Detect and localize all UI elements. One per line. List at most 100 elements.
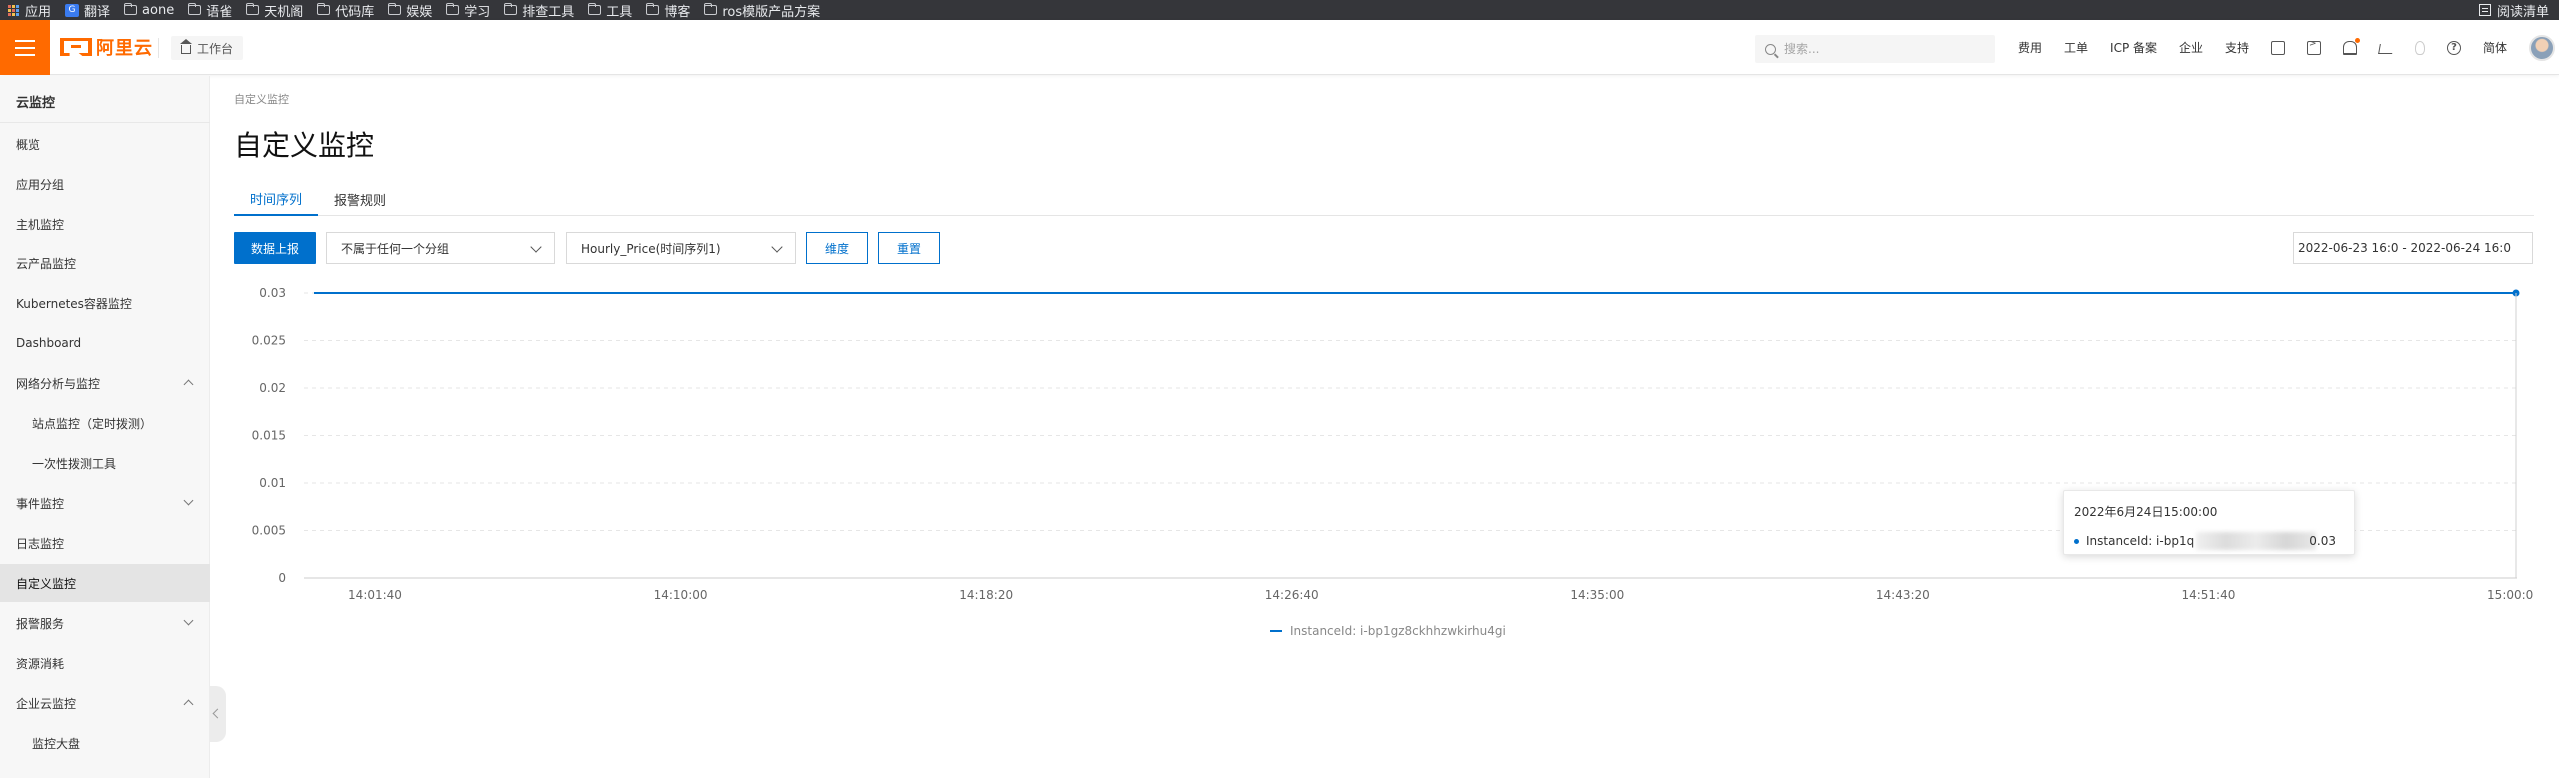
metric-select[interactable]: Hourly_Price(时间序列1): [566, 232, 796, 264]
bookmark-label: 代码库: [335, 4, 375, 20]
bookmark-folder[interactable]: 语雀: [188, 0, 232, 20]
cart-icon[interactable]: [2378, 43, 2394, 54]
chart-legend[interactable]: InstanceId: i-bp1gz8ckhhzwkirhu4gi: [1270, 624, 1506, 638]
tab-alarm-rules[interactable]: 报警规则: [318, 182, 402, 216]
terminal-icon[interactable]: [2307, 39, 2322, 55]
chart-tooltip: 2022年6月24日15:00:00 InstanceId: i-bp1q 0.…: [2063, 490, 2355, 555]
line-chart[interactable]: 0.03 0.025 0.02 0.015 0.01 0.005 0 14:01:40 14:1…: [234, 280, 2534, 610]
tooltip-title: 2022年6月24日15:00:00: [2074, 505, 2218, 519]
home-icon: [180, 39, 192, 54]
sidebar-item-log-monitor[interactable]: 日志监控: [0, 524, 210, 562]
bookmark-label: 排查工具: [522, 4, 575, 20]
date-range-picker[interactable]: 2022-06-23 16:0 - 2022-06-24 16:0: [2293, 232, 2533, 264]
chevron-down-icon: [530, 241, 542, 253]
sidebar-item-alarm-service[interactable]: 报警服务: [0, 604, 210, 642]
folder-icon: [246, 3, 260, 15]
bookmark-folder[interactable]: 天机阁: [246, 0, 303, 20]
series-dot: [2074, 538, 2079, 544]
tooltip-value: 0.03: [2309, 534, 2336, 548]
sidebar-item-label: 云产品监控: [16, 256, 77, 271]
bookmark-folder[interactable]: 博客: [646, 0, 690, 20]
group-select[interactable]: 不属于任何一个分组: [326, 232, 555, 264]
sidebar-item-host-monitor[interactable]: 主机监控: [0, 205, 210, 243]
metric-select-value: Hourly_Price(时间序列1): [581, 241, 721, 256]
apps-icon: [8, 4, 19, 16]
x-tick-label: 14:01:40: [348, 588, 402, 602]
folder-icon: [504, 3, 518, 15]
menu-button[interactable]: [0, 20, 50, 75]
sidebar-item-monitor-board[interactable]: 监控大盘: [0, 724, 210, 762]
sidebar-item-network[interactable]: 网络分析与监控: [0, 364, 210, 402]
sidebar-item-label: 概览: [16, 137, 41, 152]
reading-list-button[interactable]: 阅读清单: [2478, 0, 2549, 20]
bell-icon[interactable]: [2343, 37, 2361, 55]
sidebar-item-enterprise-monitor[interactable]: 企业云监控: [0, 684, 210, 722]
bookmark-folder[interactable]: aone: [124, 0, 174, 20]
bookmark-folder[interactable]: 学习: [446, 0, 490, 20]
nav-link-enterprise[interactable]: 企业: [2179, 39, 2203, 56]
sidebar-item-site-monitor[interactable]: 站点监控（定时拨测）: [0, 404, 210, 442]
sidebar-item-probe-tool[interactable]: 一次性拨测工具: [0, 444, 210, 482]
report-data-button[interactable]: 数据上报: [234, 232, 316, 264]
redacted-text: [2196, 532, 2317, 550]
bookmark-label: aone: [142, 2, 175, 18]
bookmark-folder[interactable]: 排查工具: [504, 0, 574, 20]
y-tick-label: 0.005: [252, 524, 286, 538]
chevron-up-icon: [183, 379, 194, 390]
nav-link-icp[interactable]: ICP 备案: [2110, 39, 2157, 56]
bookmark-translate[interactable]: G 翻译: [65, 0, 110, 20]
app-icon[interactable]: [2271, 40, 2286, 55]
sidebar-item-dashboard[interactable]: Dashboard: [0, 324, 210, 362]
sidebar-collapse-handle[interactable]: [210, 686, 226, 742]
bookmark-label: 应用: [25, 4, 52, 20]
folder-icon: [317, 3, 331, 15]
translate-icon: G: [65, 3, 80, 17]
sidebar-item-overview[interactable]: 概览: [0, 125, 210, 163]
sidebar-item-cloud-product[interactable]: 云产品监控: [0, 244, 210, 282]
bookmark-label: 翻译: [84, 4, 111, 20]
sidebar-item-label: 日志监控: [16, 536, 65, 551]
sidebar-item-custom-monitor[interactable]: 自定义监控: [0, 564, 210, 602]
bookmark-folder[interactable]: 代码库: [317, 0, 374, 20]
aliyun-logo[interactable]: 阿里云: [60, 36, 153, 59]
avatar[interactable]: [2529, 34, 2556, 61]
bookmark-label: 博客: [664, 4, 691, 20]
sidebar-item-resource-usage[interactable]: 资源消耗: [0, 644, 210, 682]
sidebar-item-kubernetes[interactable]: Kubernetes容器监控: [0, 284, 210, 322]
reading-list-label: 阅读清单: [2496, 4, 2549, 20]
sidebar-item-label: Dashboard: [16, 336, 82, 350]
tab-time-series[interactable]: 时间序列: [234, 182, 319, 216]
help-icon[interactable]: ?: [2447, 40, 2462, 55]
bookmark-apps[interactable]: 应用: [8, 0, 51, 20]
folder-icon: [446, 3, 460, 15]
sidebar-item-label: 资源消耗: [16, 656, 65, 671]
breadcrumb[interactable]: 自定义监控: [234, 91, 289, 107]
bookmark-folder[interactable]: 娱娱: [388, 0, 432, 20]
x-tick-label: 14:35:00: [1570, 588, 1624, 602]
workbench-button[interactable]: 工作台: [171, 36, 244, 60]
sidebar-item-label: 站点监控（定时拨测）: [32, 416, 153, 431]
sidebar-item-event-monitor[interactable]: 事件监控: [0, 484, 210, 522]
nav-link-ticket[interactable]: 工单: [2064, 39, 2088, 56]
nav-link-billing[interactable]: 费用: [2018, 39, 2042, 56]
folder-icon: [588, 3, 602, 15]
nav-link-support[interactable]: 支持: [2225, 39, 2249, 56]
tooltip-row: InstanceId: i-bp1q 0.03: [2074, 532, 2344, 550]
sidebar-item-label: 网络分析与监控: [16, 376, 101, 391]
language-switch[interactable]: 简体: [2483, 39, 2507, 56]
bookmark-folder[interactable]: 工具: [588, 0, 632, 20]
reset-button[interactable]: 重置: [878, 232, 940, 264]
legend-marker: [1270, 630, 1282, 632]
search-input[interactable]: [1784, 42, 1974, 56]
bulb-icon[interactable]: [2415, 40, 2426, 55]
chevron-down-icon: [183, 615, 194, 626]
search-icon: [1765, 43, 1776, 55]
bookmark-folder[interactable]: ros模版产品方案: [704, 0, 820, 20]
chevron-down-icon: [771, 241, 783, 253]
y-tick-label: 0.01: [259, 476, 286, 490]
reading-list-icon: [2478, 4, 2491, 16]
search-box[interactable]: [1755, 35, 1995, 63]
sidebar-item-app-groups[interactable]: 应用分组: [0, 165, 210, 203]
sidebar-title: 云监控: [16, 96, 56, 111]
dimension-button[interactable]: 维度: [806, 232, 868, 264]
